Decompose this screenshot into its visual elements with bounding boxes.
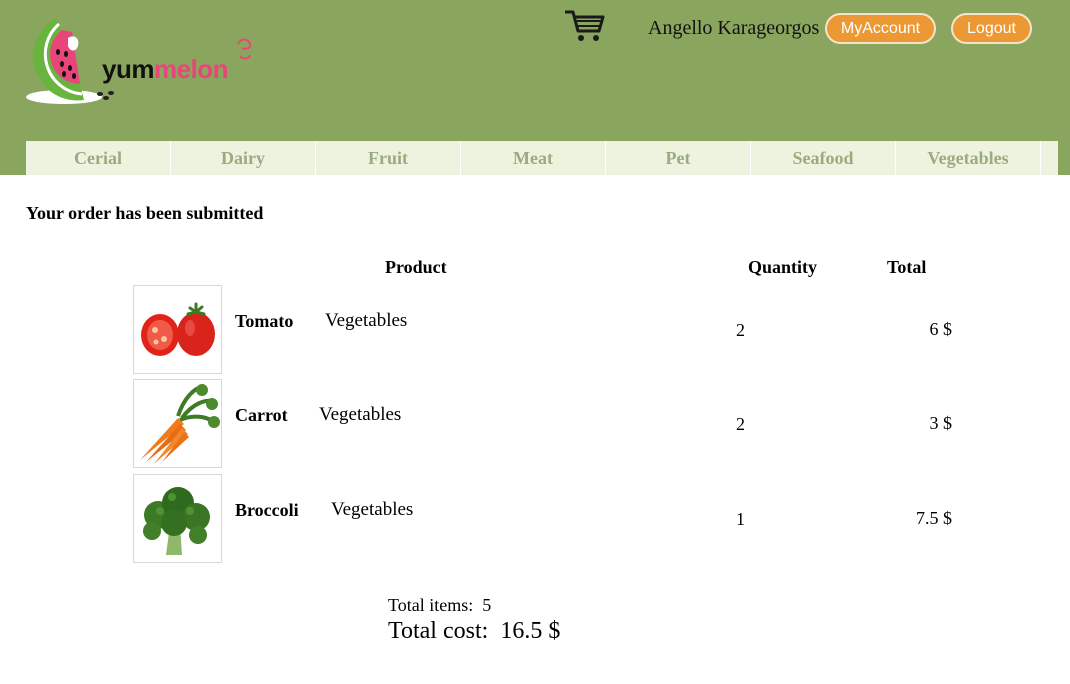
- product-total: 6 $: [929, 319, 953, 339]
- order-row: Carrot Vegetables 2 3 $: [133, 379, 963, 468]
- logo-wordmark-part2: melon: [153, 54, 229, 84]
- product-name: Carrot: [235, 405, 288, 425]
- product-total: 7.5 $: [916, 508, 952, 528]
- column-header-product: Product: [385, 257, 447, 277]
- nav-item-dairy[interactable]: Dairy: [171, 141, 316, 175]
- yummelon-logo[interactable]: yummelon: [26, 12, 256, 108]
- logout-button[interactable]: Logout: [951, 13, 1032, 44]
- product-category: Vegetables: [319, 404, 402, 425]
- order-confirmation-message: Your order has been submitted: [26, 203, 264, 223]
- nav-item-cerial[interactable]: Cerial: [26, 141, 171, 175]
- total-cost-value: 16.5 $: [500, 618, 561, 644]
- column-header-total: Total: [887, 257, 927, 277]
- product-category: Vegetables: [325, 310, 408, 331]
- column-header-quantity: Quantity: [748, 257, 818, 277]
- total-cost-summary: Total cost: 16.5 $: [388, 618, 560, 645]
- product-category: Vegetables: [331, 499, 414, 520]
- shopping-cart-icon[interactable]: [563, 9, 607, 43]
- total-cost-label: Total cost:: [388, 618, 489, 644]
- nav-item-meat[interactable]: Meat: [461, 141, 606, 175]
- product-total: 3 $: [929, 413, 953, 433]
- total-items-label: Total items:: [388, 595, 474, 615]
- broccoli-image: [133, 474, 222, 563]
- category-nav: Cerial Dairy Fruit Meat Pet Seafood Vege…: [26, 141, 1058, 175]
- product-quantity: 1: [736, 509, 745, 529]
- user-name: Angello Karageorgos: [648, 17, 820, 39]
- product-quantity: 2: [736, 414, 745, 434]
- logo-wordmark: yummelon: [102, 54, 229, 85]
- nav-item-fruit[interactable]: Fruit: [316, 141, 461, 175]
- nav-filler: [1041, 141, 1058, 175]
- total-items-value: 5: [482, 595, 492, 615]
- product-name: Tomato: [235, 311, 294, 331]
- logo-wordmark-part1: yum: [102, 54, 154, 84]
- tomato-image: [133, 285, 222, 374]
- nav-item-vegetables[interactable]: Vegetables: [896, 141, 1041, 175]
- total-items-summary: Total items: 5: [388, 595, 491, 616]
- my-account-button[interactable]: MyAccount: [825, 13, 936, 44]
- nav-item-pet[interactable]: Pet: [606, 141, 751, 175]
- order-row: Tomato Vegetables 2 6 $: [133, 285, 963, 374]
- product-name: Broccoli: [235, 500, 299, 520]
- nav-item-seafood[interactable]: Seafood: [751, 141, 896, 175]
- order-row: Broccoli Vegetables 1 7.5 $: [133, 474, 963, 563]
- site-header: yummelon Angello Karageorgos MyAccount L…: [0, 0, 1070, 175]
- product-quantity: 2: [736, 320, 745, 340]
- carrot-image: [133, 379, 222, 468]
